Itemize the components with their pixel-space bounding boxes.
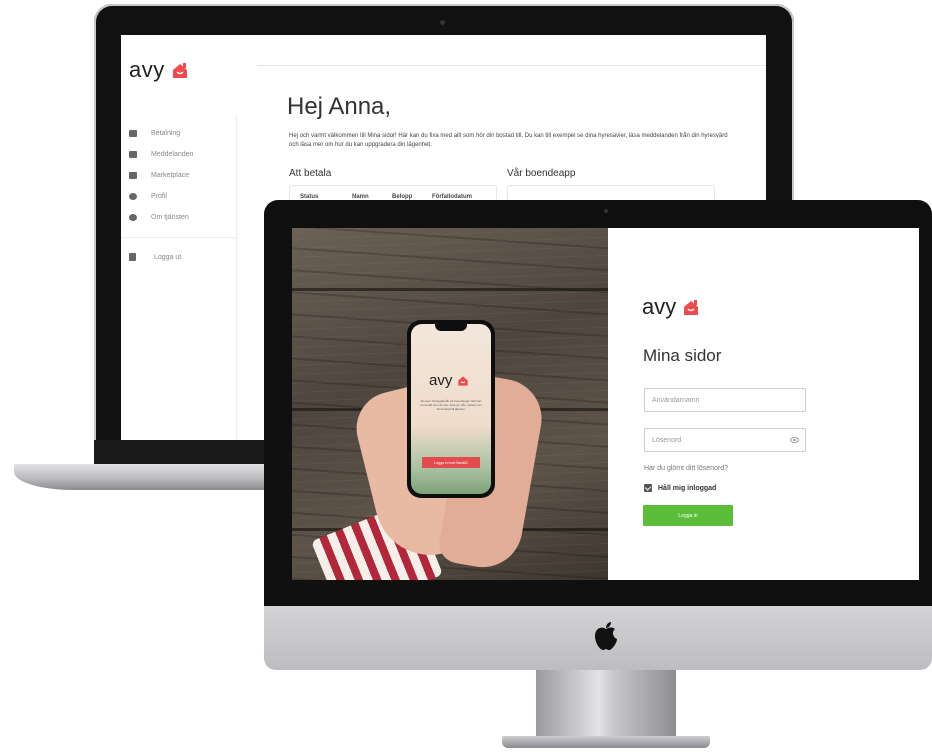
imac-stand [536,670,676,740]
header-divider [257,65,766,66]
phone-intro-text: Du som hyresgäst får ett boendeapp! Här … [420,399,482,411]
sidebar-item-label: Meddelanden [151,151,194,158]
sidebar-item-marketplace[interactable]: Marketplace [129,165,229,186]
phone-notch [435,324,467,331]
sidebar-item-om-tjansten[interactable]: Om tjänsten [129,207,229,228]
imac-foot [502,736,710,748]
info-icon [129,214,137,221]
imac-camera [604,209,608,213]
sidebar-divider [236,115,237,440]
sidebar-item-label: Marketplace [151,172,190,179]
username-placeholder: Användarnamn [652,396,700,404]
brand-logo[interactable]: avy [642,294,700,320]
remember-me-label: Håll mig inloggad [658,484,717,492]
payments-heading: Att betala [289,168,332,179]
page-title: Hej Anna, [287,93,392,120]
login-panel: avy Mina sidor Användarnamn Lösenord Har… [608,228,919,580]
hero-photo: avy Du som hyresgäst får ett boendeapp! … [292,228,608,580]
phone-brand-logo: avy [429,372,469,389]
logout-label: Logga ut [154,253,182,261]
house-icon [173,63,188,79]
chat-icon [129,151,137,158]
store-icon [129,172,137,179]
password-placeholder: Lösenord [652,436,682,444]
login-title: Mina sidor [643,346,722,365]
sidebar-item-label: Betalning [151,130,181,137]
apple-icon [595,622,617,650]
checkbox-icon[interactable] [644,484,652,492]
laptop-camera [440,20,445,25]
eye-icon[interactable] [790,437,799,443]
login-button[interactable]: Logga in [643,505,733,526]
password-input[interactable]: Lösenord [644,428,806,452]
sidebar-nav: Betalning Meddelanden Marketplace Profil… [129,123,229,228]
brand-name: avy [642,294,677,319]
plank-gap [292,288,608,291]
credit-card-icon [129,130,137,137]
app-heading: Vår boendeapp [507,168,576,179]
phone-login-button[interactable]: Logga in med BankID [422,457,480,468]
phone-screen: avy Du som hyresgäst får ett boendeapp! … [411,324,491,494]
phone-mockup: avy Du som hyresgäst får ett boendeapp! … [407,320,495,498]
house-icon [684,300,699,316]
lock-icon [129,253,136,261]
brand-name: avy [429,372,453,389]
sidebar-separator [121,237,236,238]
brand-name: avy [129,57,165,82]
sidebar-item-betalning[interactable]: Betalning [129,123,229,144]
logout-button[interactable]: Logga ut [129,253,181,261]
house-icon [457,376,468,386]
forgot-password-link[interactable]: Har du glömt ditt lösenord? [644,465,728,472]
user-icon [129,193,137,200]
sidebar-item-profil[interactable]: Profil [129,186,229,207]
brand-logo[interactable]: avy [129,57,189,83]
sidebar-item-meddelanden[interactable]: Meddelanden [129,144,229,165]
username-input[interactable]: Användarnamn [644,388,806,412]
sidebar-item-label: Profil [151,193,167,200]
sidebar-item-label: Om tjänsten [151,214,189,221]
intro-text: Hej och varmt välkommen till Mina sidor!… [289,133,728,148]
remember-me-checkbox[interactable]: Håll mig inloggad [644,484,716,492]
